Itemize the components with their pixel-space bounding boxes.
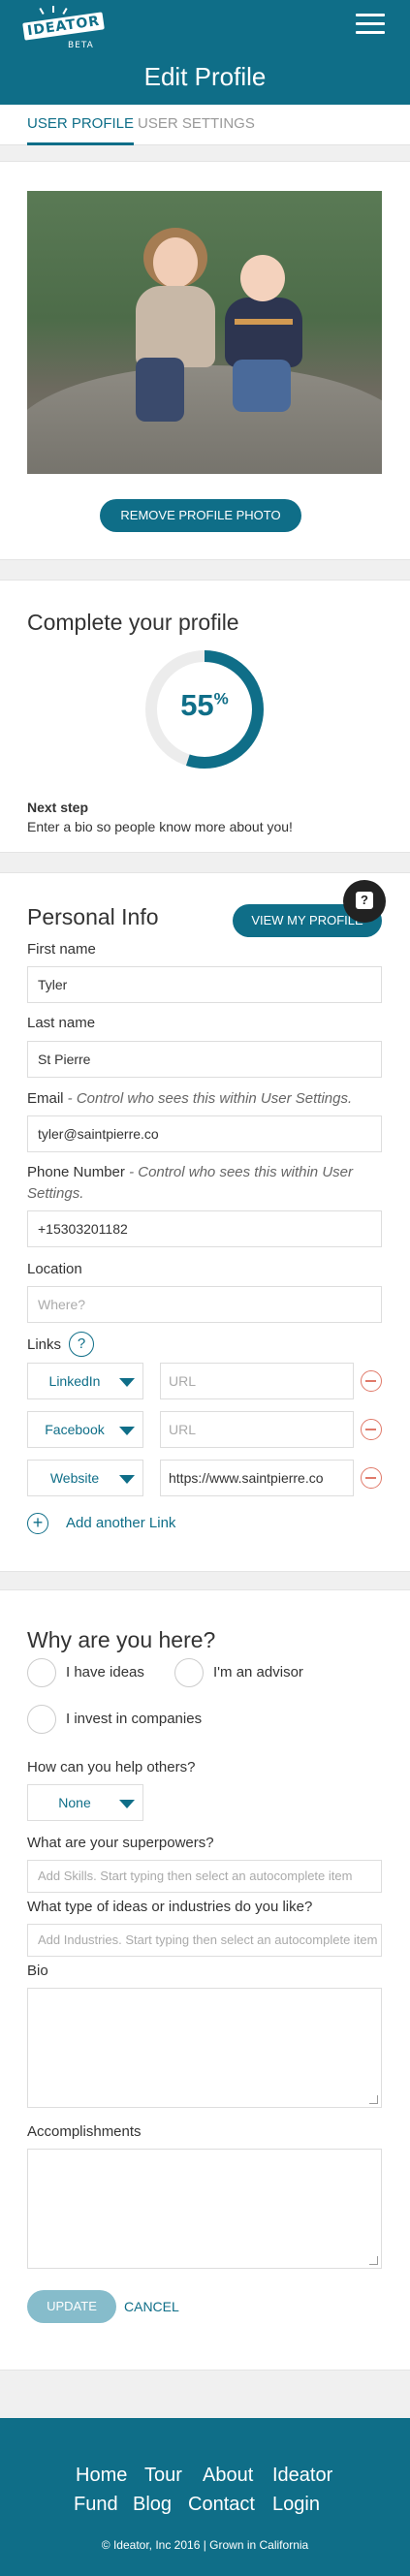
progress-percent: 55% — [180, 688, 229, 722]
logo-ray — [62, 7, 68, 16]
location-label: Location — [27, 1261, 82, 1277]
links-help-icon[interactable]: ? — [69, 1332, 94, 1357]
footer-link-ideator[interactable]: Ideator — [272, 2465, 332, 2487]
personal-info-title: Personal Info — [27, 904, 159, 929]
ideator-logo[interactable]: IDEATOR BETA — [21, 6, 106, 52]
footer-link-login[interactable]: Login — [272, 2494, 320, 2516]
email-field[interactable]: tyler@saintpierre.co — [27, 1115, 382, 1152]
radio-label-have-ideas: I have ideas — [66, 1664, 144, 1681]
accomplishments-label: Accomplishments — [27, 2123, 142, 2140]
add-link-icon[interactable]: + — [27, 1513, 48, 1534]
site-footer: Home Tour About Ideator Fund Blog Contac… — [0, 2418, 410, 2576]
remove-photo-button[interactable]: REMOVE PROFILE PHOTO — [100, 499, 301, 532]
tab-user-profile[interactable]: USER PROFILE — [27, 114, 135, 145]
footer-copyright: © Ideator, Inc 2016 | Grown in Californi… — [101, 2538, 309, 2552]
industries-input[interactable]: Add Industries. Start typing then select… — [27, 1924, 382, 1957]
first-name-label: First name — [27, 941, 96, 958]
phone-label: Phone Number - Control who sees this wit… — [27, 1164, 353, 1202]
email-label: Email - Control who sees this within Use… — [27, 1090, 353, 1107]
footer-link-about[interactable]: About — [203, 2465, 253, 2487]
radio-invest[interactable] — [27, 1705, 56, 1734]
hamburger-menu-icon[interactable] — [356, 14, 385, 35]
logo-ray — [52, 6, 54, 13]
footer-link-contact[interactable]: Contact — [188, 2494, 255, 2516]
radio-have-ideas[interactable] — [27, 1658, 56, 1687]
next-step-text: Enter a bio so people know more about yo… — [27, 819, 293, 834]
cancel-button[interactable]: CANCEL — [124, 2299, 179, 2314]
superpowers-label: What are your superpowers? — [27, 1835, 214, 1851]
help-others-select[interactable]: None — [27, 1784, 143, 1821]
bio-label: Bio — [27, 1963, 48, 1979]
personal-info-card: Personal Info VIEW MY PROFILE First name… — [0, 872, 410, 1572]
help-chat-icon[interactable]: ? — [343, 880, 386, 923]
link-url-input[interactable]: URL — [160, 1411, 354, 1448]
profile-photo — [27, 191, 382, 474]
link-url-input[interactable]: https://www.saintpierre.co — [160, 1460, 354, 1496]
logo-wordmark: IDEATOR — [22, 12, 106, 41]
why-here-title: Why are you here? — [27, 1627, 216, 1652]
location-field[interactable]: Where? — [27, 1286, 382, 1323]
radio-advisor[interactable] — [174, 1658, 204, 1687]
link-type-select[interactable]: Facebook — [27, 1411, 143, 1448]
link-type-select[interactable]: Website — [27, 1460, 143, 1496]
remove-link-icon[interactable] — [361, 1419, 382, 1440]
link-url-input[interactable]: URL — [160, 1363, 354, 1399]
profile-tabs: USER PROFILE USER SETTINGS — [0, 105, 410, 145]
app-header: IDEATOR BETA Edit Profile — [0, 0, 410, 105]
help-others-label: How can you help others? — [27, 1759, 196, 1775]
link-type-select[interactable]: LinkedIn — [27, 1363, 143, 1399]
complete-profile-title: Complete your profile — [27, 610, 239, 635]
last-name-field[interactable]: St Pierre — [27, 1041, 382, 1078]
remove-link-icon[interactable] — [361, 1467, 382, 1489]
profile-photo-card: REMOVE PROFILE PHOTO — [0, 161, 410, 560]
complete-profile-card: Complete your profile 55% Next step Ente… — [0, 580, 410, 853]
add-link-button[interactable]: Add another Link — [66, 1515, 175, 1531]
next-step-heading: Next step — [27, 800, 89, 815]
radio-label-invest: I invest in companies — [66, 1711, 203, 1727]
radio-label-advisor: I'm an advisor — [213, 1664, 303, 1681]
update-button[interactable]: UPDATE — [27, 2290, 116, 2323]
footer-link-fund[interactable]: Fund — [74, 2494, 118, 2516]
why-here-card: Why are you here? I have ideas I'm an ad… — [0, 1589, 410, 2371]
beta-badge: BETA — [68, 41, 94, 50]
tab-user-settings[interactable]: USER SETTINGS — [138, 114, 255, 145]
last-name-label: Last name — [27, 1015, 96, 1031]
superpowers-input[interactable]: Add Skills. Start typing then select an … — [27, 1860, 382, 1893]
logo-ray — [39, 7, 45, 16]
industries-label: What type of ideas or industries do you … — [27, 1899, 313, 1915]
remove-link-icon[interactable] — [361, 1370, 382, 1392]
footer-link-tour[interactable]: Tour — [144, 2465, 182, 2487]
page-title: Edit Profile — [143, 62, 267, 91]
phone-field[interactable]: +15303201182 — [27, 1210, 382, 1247]
accomplishments-textarea[interactable] — [27, 2149, 382, 2269]
footer-link-blog[interactable]: Blog — [133, 2494, 172, 2516]
bio-textarea[interactable] — [27, 1988, 382, 2108]
footer-link-home[interactable]: Home — [76, 2465, 127, 2487]
links-label: Links — [27, 1336, 62, 1353]
first-name-field[interactable]: Tyler — [27, 966, 382, 1003]
